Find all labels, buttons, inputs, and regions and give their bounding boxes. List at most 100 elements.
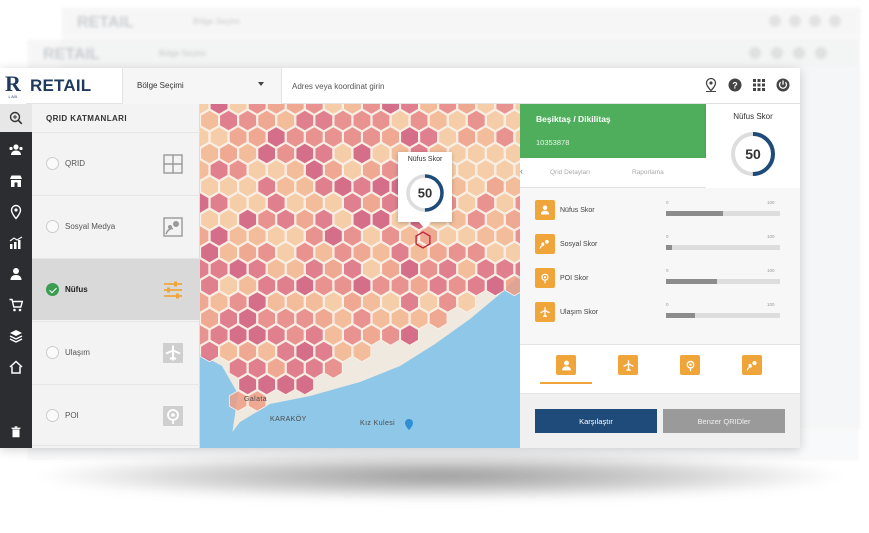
- location-icon[interactable]: [6, 202, 26, 222]
- ghost-logo: RETAIL: [43, 46, 100, 63]
- airplane-icon: [535, 302, 555, 322]
- metric-max: 100: [767, 302, 775, 307]
- tab-poi-icon[interactable]: [680, 355, 700, 375]
- metric-min: 0: [666, 234, 669, 239]
- map-label-kiz-kulesi: Kız Kulesi: [360, 420, 396, 427]
- location-code: 10353878: [536, 138, 570, 147]
- home-icon[interactable]: [6, 357, 26, 377]
- metric-max: 100: [767, 268, 775, 273]
- person-icon[interactable]: [6, 264, 26, 284]
- layer-checkbox-checked[interactable]: [46, 283, 59, 296]
- metrics-list: Nüfus Skor 0 100 Sosyal Skor 0 100 POI S…: [520, 188, 800, 344]
- ghost-logo: RETAIL: [77, 14, 134, 31]
- ghost-icon: [771, 47, 783, 59]
- screenshot-stage: RETAIL Bölge Seçimi RETAIL Bölge Seçimi …: [0, 0, 869, 533]
- power-icon[interactable]: [774, 76, 792, 94]
- metric-max: 100: [767, 234, 775, 239]
- detail-tabs: [520, 344, 800, 394]
- metric-min: 0: [666, 268, 669, 273]
- poi-icon: [162, 405, 184, 427]
- metric-label: Sosyal Skor: [560, 241, 598, 248]
- metric-row-ulasim: Ulaşım Skor 0 100: [520, 296, 800, 330]
- chart-icon[interactable]: [6, 233, 26, 253]
- metric-min: 0: [666, 302, 669, 307]
- users-icon[interactable]: [6, 140, 26, 160]
- chevron-left-icon[interactable]: ‹: [520, 166, 530, 180]
- detail-panel: Beşiktaş / Dikilitaş 10353878 Nüfus Skor…: [520, 104, 800, 448]
- metric-bar-fill: [666, 211, 723, 216]
- layer-checkbox[interactable]: [46, 346, 59, 359]
- active-tab-indicator: [540, 382, 592, 384]
- location-name: Beşiktaş / Dikilitaş: [536, 114, 611, 124]
- drop-shadow: [40, 452, 840, 500]
- map-label-galata: Galata: [244, 396, 268, 403]
- location-header: Beşiktaş / Dikilitaş 10353878: [520, 104, 706, 158]
- search-input[interactable]: [284, 68, 684, 104]
- layers-panel: QRID KATMANLARI QRID Sosyal Medya Nüfus: [32, 104, 200, 448]
- ghost-region-select: Bölge Seçimi: [193, 17, 240, 26]
- airplane-icon: [162, 342, 184, 364]
- layer-checkbox[interactable]: [46, 409, 59, 422]
- layer-item-nufus[interactable]: Nüfus: [32, 258, 200, 320]
- logo-sub: LAB: [8, 93, 18, 99]
- region-select[interactable]: Bölge Seçimi: [122, 68, 282, 104]
- tab-airplane-icon[interactable]: [618, 355, 638, 375]
- logo[interactable]: R LAB RETAIL: [0, 68, 122, 104]
- metric-max: 100: [767, 200, 775, 205]
- trash-icon[interactable]: [6, 422, 26, 442]
- metric-bar-fill: [666, 313, 695, 318]
- detail-subhead: ‹ Qrid Detayları Raporlama: [520, 158, 706, 188]
- layer-label: QRID: [65, 159, 85, 168]
- ghost-icon: [769, 15, 781, 27]
- metric-bar: [666, 313, 780, 318]
- report-link[interactable]: Raporlama: [632, 169, 664, 176]
- map-pin-icon[interactable]: [702, 76, 720, 94]
- metric-min: 0: [666, 200, 669, 205]
- app-window: R LAB RETAIL Bölge Seçimi ?: [0, 68, 800, 448]
- metric-row-nufus: Nüfus Skor 0 100: [520, 194, 800, 228]
- grid-icon: [162, 153, 184, 175]
- ghost-region-select: Bölge Seçimi: [159, 49, 206, 58]
- ghost-topbar: [29, 41, 857, 67]
- logo-text: RETAIL: [30, 76, 92, 95]
- layers-title: QRID KATMANLARI: [46, 114, 127, 123]
- layer-item-ulasim[interactable]: Ulaşım: [32, 321, 200, 383]
- score-card: Nüfus Skor 50: [706, 104, 800, 188]
- ghost-topbar: [63, 9, 859, 35]
- metric-row-poi: POI Skor 0 100: [520, 262, 800, 296]
- ghost-icon: [793, 47, 805, 59]
- metric-label: Nüfus Skor: [560, 207, 595, 214]
- metric-label: Ulaşım Skor: [560, 309, 599, 316]
- social-media-icon: [535, 234, 555, 254]
- layer-checkbox[interactable]: [46, 220, 59, 233]
- tab-social-media-icon[interactable]: [742, 355, 762, 375]
- layers-search-icon[interactable]: [0, 104, 32, 132]
- map-view[interactable]: KARAKÖY Kız Kulesi Galata Nüfus Skor 50: [200, 104, 520, 448]
- help-icon[interactable]: ?: [726, 76, 744, 94]
- layer-item-qrid[interactable]: QRID: [32, 132, 200, 194]
- layer-checkbox[interactable]: [46, 157, 59, 170]
- compare-button[interactable]: Karşılaştır: [535, 409, 657, 433]
- logo-letter: R: [5, 70, 21, 96]
- stack-icon[interactable]: [6, 326, 26, 346]
- chevron-down-icon: [258, 82, 264, 86]
- layer-label: Ulaşım: [65, 348, 90, 357]
- tab-person-icon[interactable]: [556, 355, 576, 375]
- ghost-icon: [809, 15, 821, 27]
- ghost-icon: [829, 15, 841, 27]
- metric-bar: [666, 211, 780, 216]
- store-icon[interactable]: [6, 171, 26, 191]
- score-ring: 50: [731, 132, 775, 176]
- similar-qrids-button[interactable]: Benzer QRIDler: [663, 409, 785, 433]
- tooltip-score-value: 50: [418, 186, 432, 201]
- qrid-details-link[interactable]: Qrid Detayları: [550, 169, 590, 176]
- cart-icon[interactable]: [6, 295, 26, 315]
- layer-item-social-media[interactable]: Sosyal Medya: [32, 195, 200, 257]
- metric-bar-fill: [666, 245, 672, 250]
- layer-label: Sosyal Medya: [65, 222, 116, 231]
- map-label-karakoy: KARAKÖY: [270, 416, 307, 423]
- sliders-icon[interactable]: [162, 279, 184, 301]
- layer-item-poi[interactable]: POI: [32, 384, 200, 446]
- layer-label: POI: [65, 411, 79, 420]
- grid-menu-icon[interactable]: [750, 76, 768, 94]
